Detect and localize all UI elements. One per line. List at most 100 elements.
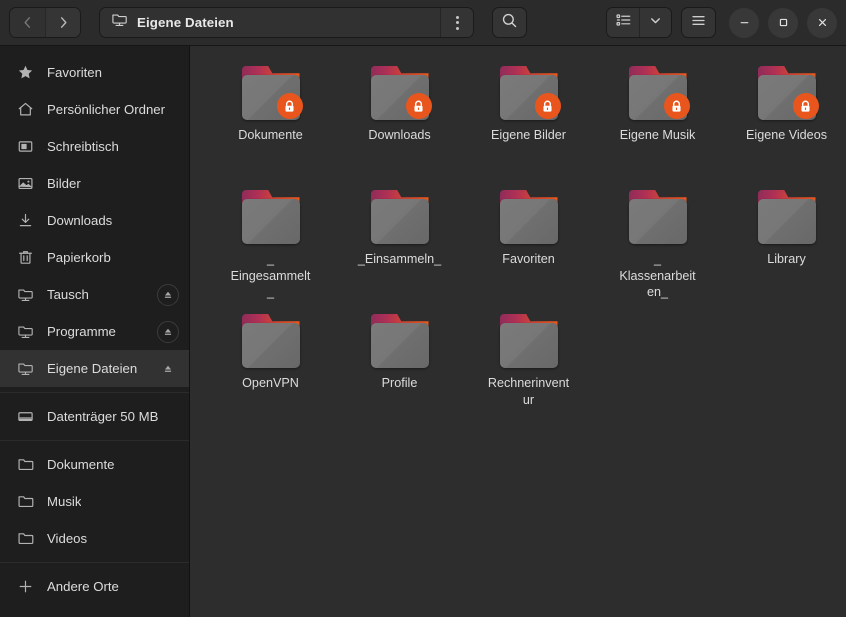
path-button-current[interactable]: Eigene Dateien — [100, 8, 440, 37]
sidebar-item-schreibtisch[interactable]: Schreibtisch — [0, 128, 189, 165]
file-label: Library — [767, 252, 806, 266]
home-icon — [17, 101, 34, 118]
drive-icon — [17, 408, 34, 425]
file-grid-area[interactable]: Dokumente Downloads Eigene Bilder Eigene Mu… — [190, 46, 846, 617]
file-grid: Dokumente Downloads Eigene Bilder Eigene Mu… — [206, 60, 836, 432]
file-label: _Einsammeln_ — [357, 252, 442, 266]
star-icon — [17, 64, 34, 81]
folder-icon — [369, 314, 431, 368]
network-folder-icon — [17, 286, 34, 303]
close-button[interactable] — [807, 7, 837, 38]
sidebar-separator — [0, 392, 189, 393]
sidebar-item-musik[interactable]: Musik — [0, 483, 189, 520]
lock-badge-icon — [534, 93, 561, 119]
lock-badge-icon — [276, 93, 303, 119]
sidebar-item-datentr-ger-50-mb[interactable]: Datenträger 50 MB — [0, 398, 189, 435]
file-label: _ Klassenarbeit en_ — [619, 252, 696, 299]
path-bar: Eigene Dateien — [99, 7, 474, 38]
eject-icon[interactable] — [157, 358, 179, 380]
file-grid-item[interactable]: Eigene Musik — [593, 60, 722, 184]
file-grid-item[interactable]: Dokumente — [206, 60, 335, 184]
header-bar: Eigene Dateien — [0, 0, 846, 46]
folder-icon — [627, 190, 689, 244]
sidebar-item-tausch[interactable]: Tausch — [0, 276, 189, 313]
file-grid-item[interactable]: _ Eingesammelt _ — [206, 184, 335, 308]
folder-icon — [498, 314, 560, 368]
file-manager-window: Eigene Dateien Favoriten Persönlicher Or… — [0, 0, 846, 617]
sidebar-separator — [0, 562, 189, 563]
file-label: Favoriten — [502, 252, 555, 266]
sidebar-item-label: Dokumente — [47, 457, 115, 472]
folder-icon — [17, 493, 34, 510]
path-menu-button[interactable] — [440, 8, 473, 37]
file-grid-item[interactable]: Rechnerinvent ur — [464, 308, 593, 432]
list-view-icon — [615, 12, 632, 34]
file-label: Dokumente — [238, 128, 303, 142]
sidebar-item-label: Datenträger 50 MB — [47, 409, 159, 424]
locked-folder-icon — [627, 66, 690, 120]
locked-folder-icon — [369, 66, 432, 120]
file-label: Downloads — [368, 128, 431, 142]
search-button[interactable] — [492, 7, 527, 38]
file-grid-item[interactable]: _ Klassenarbeit en_ — [593, 184, 722, 308]
lock-badge-icon — [792, 93, 819, 119]
sidebar-item-downloads[interactable]: Downloads — [0, 202, 189, 239]
sidebar-item-label: Persönlicher Ordner — [47, 102, 166, 117]
window-controls — [729, 7, 837, 38]
sidebar-item-videos[interactable]: Videos — [0, 520, 189, 557]
sidebar-item-label: Tausch — [47, 287, 89, 302]
sidebar-item-label: Schreibtisch — [47, 139, 119, 154]
locked-folder-icon — [756, 66, 819, 120]
back-button[interactable] — [10, 8, 45, 37]
sidebar-item-bilder[interactable]: Bilder — [0, 165, 189, 202]
eject-icon[interactable] — [157, 283, 179, 306]
file-label: Rechnerinvent ur — [487, 376, 570, 407]
sidebar-item-dokumente[interactable]: Dokumente — [0, 446, 189, 483]
vertical-dots-icon — [455, 15, 459, 30]
trash-icon — [17, 249, 34, 266]
plus-icon — [17, 578, 34, 595]
file-grid-item[interactable]: Downloads — [335, 60, 464, 184]
sidebar-item-label: Videos — [47, 531, 88, 546]
file-label: OpenVPN — [242, 376, 299, 390]
file-grid-item[interactable]: Eigene Bilder — [464, 60, 593, 184]
chevron-down-icon — [648, 13, 663, 33]
sidebar-item-papierkorb[interactable]: Papierkorb — [0, 239, 189, 276]
file-grid-item[interactable]: OpenVPN — [206, 308, 335, 432]
file-grid-item[interactable]: Eigene Videos — [722, 60, 846, 184]
sidebar-separator — [0, 440, 189, 441]
sidebar-item-eigene-dateien[interactable]: Eigene Dateien — [0, 350, 189, 387]
image-icon — [17, 175, 34, 192]
locked-folder-icon — [240, 66, 303, 120]
file-grid-item[interactable]: _Einsammeln_ — [335, 184, 464, 308]
forward-button[interactable] — [45, 8, 80, 37]
folder-icon — [17, 456, 34, 473]
desktop-icon — [17, 138, 34, 155]
file-grid-item[interactable]: Profile — [335, 308, 464, 432]
main-menu-button[interactable] — [681, 7, 716, 38]
sidebar: Favoriten Persönlicher Ordner Schreibtisch… — [0, 46, 190, 617]
sidebar-item-favoriten[interactable]: Favoriten — [0, 54, 189, 91]
header-right-group — [606, 7, 837, 38]
folder-icon — [756, 190, 818, 244]
maximize-button[interactable] — [768, 7, 798, 38]
file-grid-item[interactable]: Library — [722, 184, 846, 308]
network-folder-icon — [111, 12, 128, 33]
file-grid-item[interactable]: Favoriten — [464, 184, 593, 308]
sidebar-item-label: Papierkorb — [47, 250, 111, 265]
eject-icon[interactable] — [157, 320, 179, 343]
folder-icon — [17, 530, 34, 547]
file-label: Eigene Bilder — [491, 128, 566, 142]
file-label: Eigene Videos — [746, 128, 827, 142]
view-options-dropdown-button[interactable] — [639, 8, 671, 37]
folder-icon — [240, 190, 302, 244]
minimize-button[interactable] — [729, 7, 759, 38]
list-view-button[interactable] — [607, 8, 639, 37]
sidebar-item-programme[interactable]: Programme — [0, 313, 189, 350]
sidebar-item-pers-nlicher-ordner[interactable]: Persönlicher Ordner — [0, 91, 189, 128]
header-left-group: Eigene Dateien — [9, 7, 527, 38]
sidebar-item-label: Programme — [47, 324, 116, 339]
sidebar-item-andere-orte[interactable]: Andere Orte — [0, 568, 189, 605]
folder-icon — [498, 190, 560, 244]
network-folder-icon — [17, 323, 34, 340]
